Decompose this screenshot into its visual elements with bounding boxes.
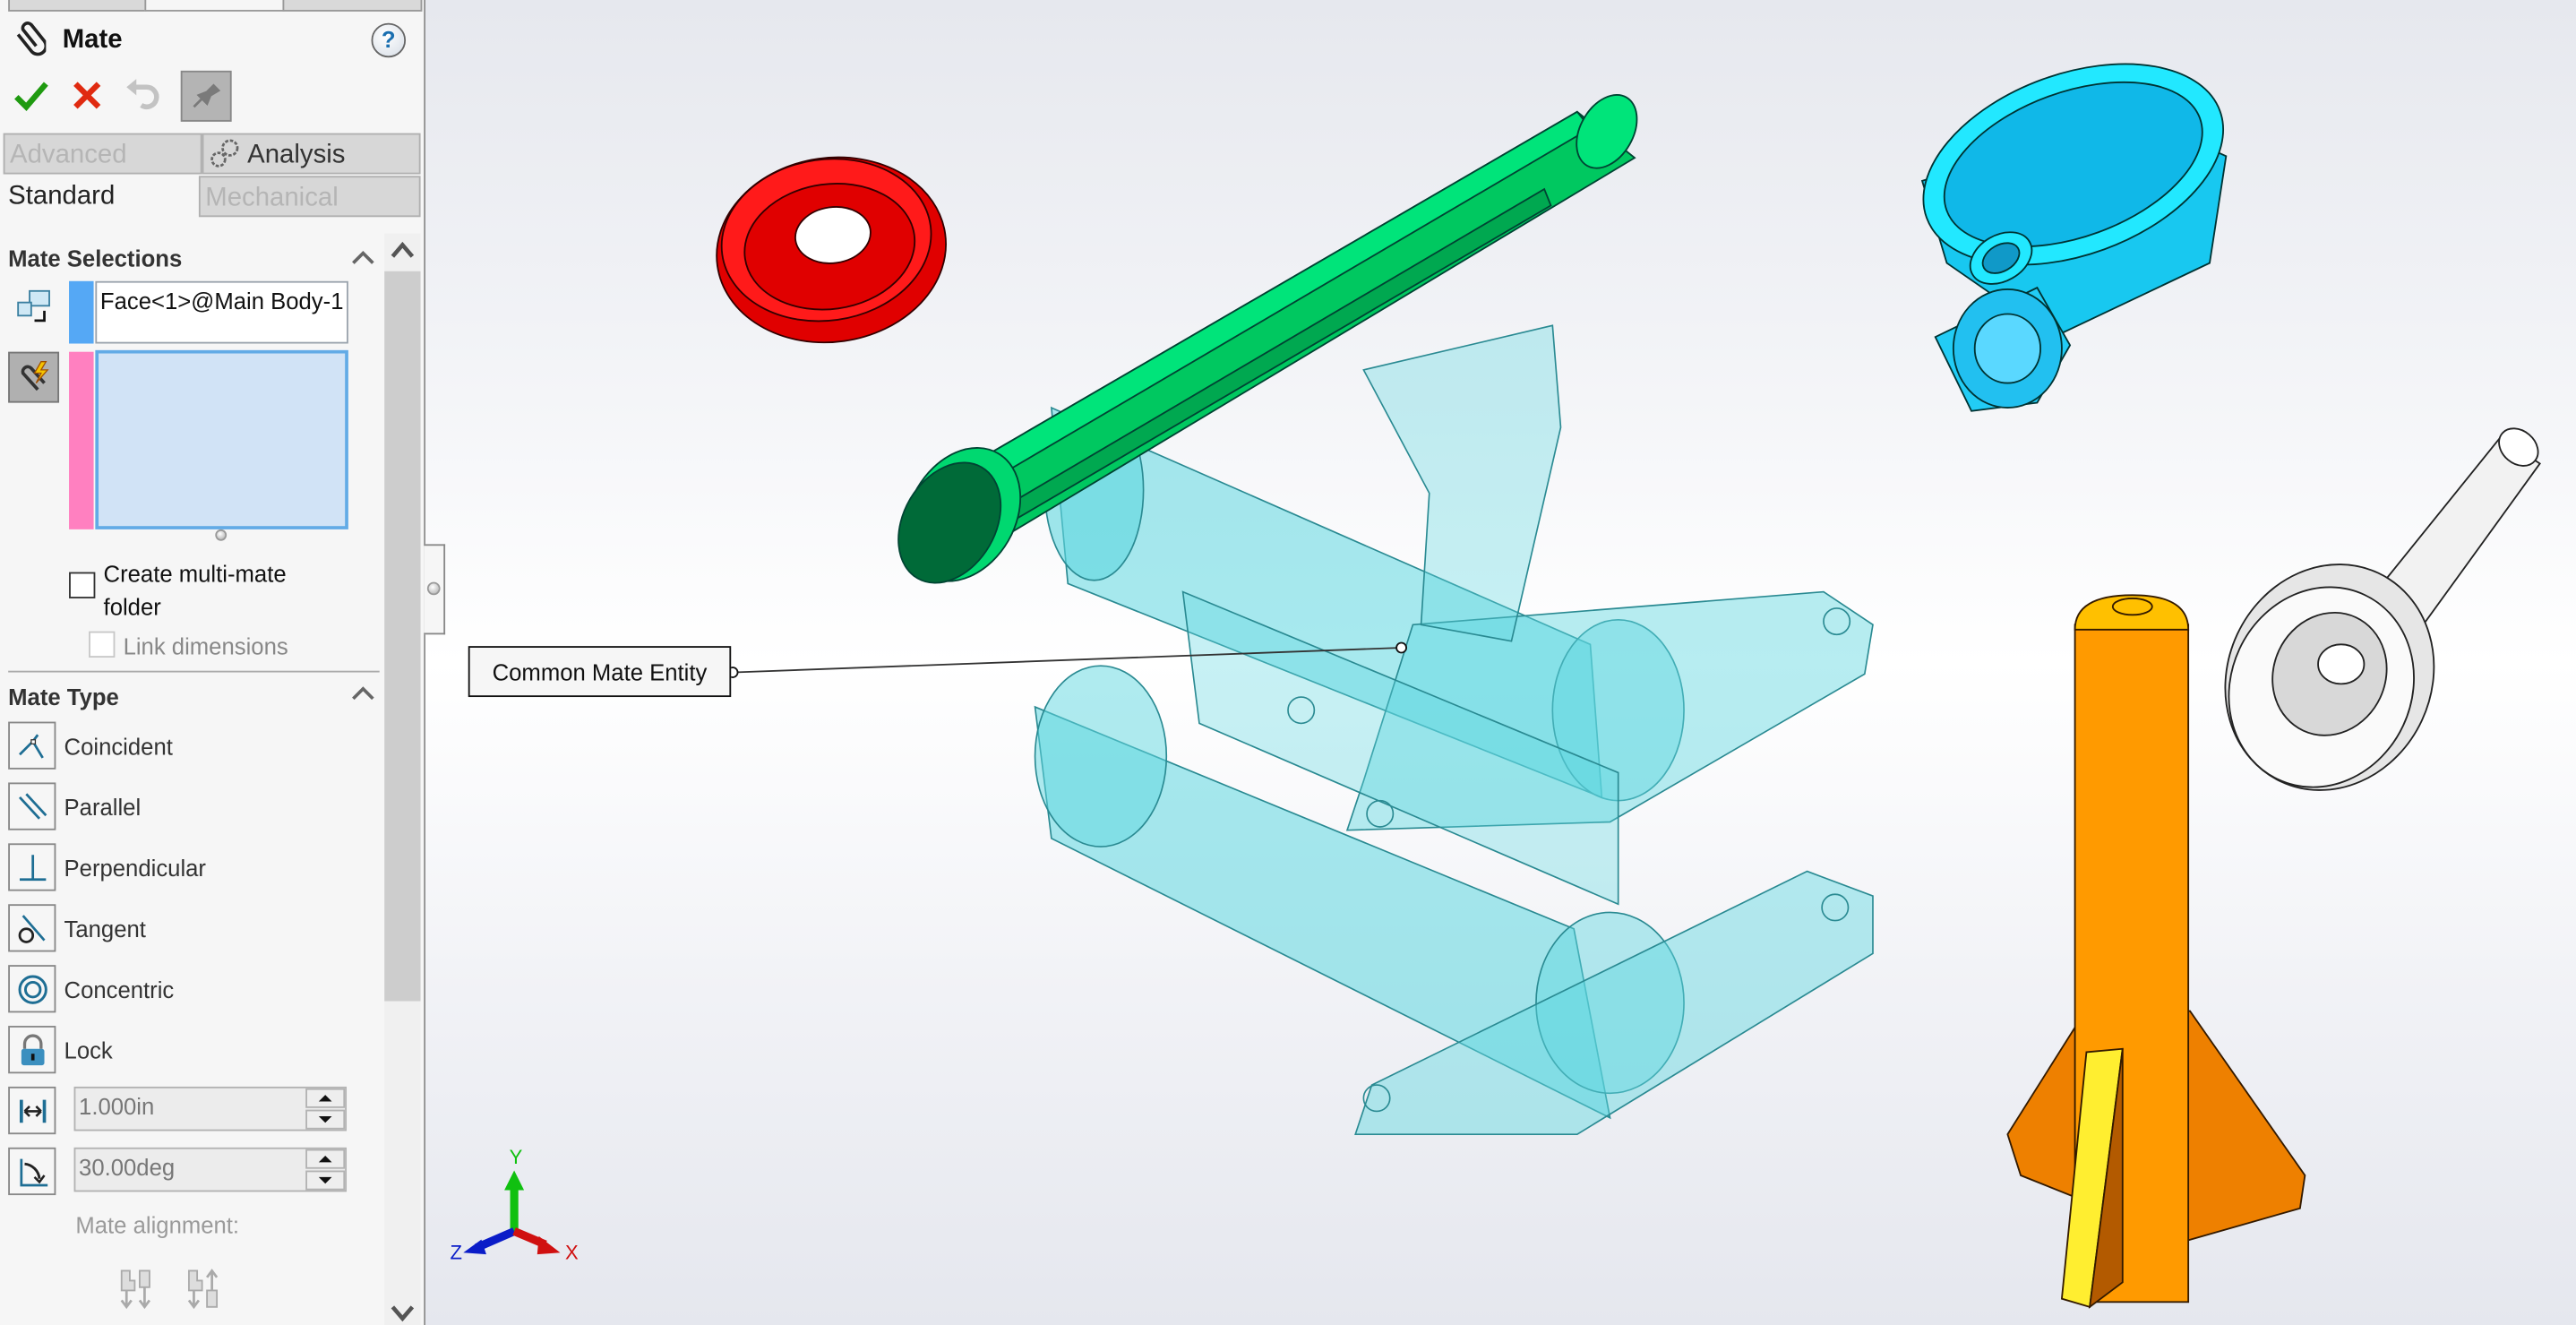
link-dimensions-checkbox[interactable]	[89, 631, 116, 658]
mate-type-parallel[interactable]: Parallel	[8, 781, 141, 832]
angle-input[interactable]: 30.00deg	[73, 1147, 348, 1192]
mate-type-tangent[interactable]: Tangent	[8, 902, 146, 953]
second-selection-field[interactable]	[95, 349, 348, 529]
anti-aligned-icon	[187, 1269, 219, 1310]
coincident-icon	[18, 733, 43, 758]
mate-alignment-label: Mate alignment:	[75, 1211, 240, 1238]
undo-button[interactable]	[122, 74, 165, 117]
tab-configuration-manager[interactable]	[282, 0, 423, 12]
panel-title-row: Mate	[13, 20, 123, 63]
angle-decrement[interactable]	[305, 1170, 346, 1191]
axis-triad: Y Z X	[451, 1146, 579, 1263]
mate-type-perpendicular[interactable]: Perpendicular	[8, 842, 206, 893]
y-axis-label: Y	[510, 1146, 523, 1168]
mate-type-lock[interactable]: Lock	[8, 1024, 113, 1075]
first-selection-color	[69, 280, 94, 344]
white-plunger-part[interactable]	[2189, 421, 2546, 825]
x-axis-label: X	[565, 1242, 579, 1264]
perpendicular-icon	[19, 854, 46, 881]
second-selection-color	[69, 351, 94, 529]
mate-type-header: Mate Type	[8, 684, 119, 710]
paperclip-icon	[13, 19, 48, 64]
aligned-button[interactable]	[118, 1268, 154, 1319]
undo-icon	[126, 79, 159, 109]
distance-icon	[19, 1098, 46, 1123]
z-axis-label: Z	[451, 1242, 462, 1264]
cancel-button[interactable]	[65, 74, 108, 117]
help-button[interactable]: ?	[371, 22, 407, 58]
resize-handle[interactable]	[215, 529, 228, 541]
keep-visible-button[interactable]	[180, 69, 232, 121]
graphics-area[interactable]: Y Z X	[425, 0, 2576, 1325]
link-dimensions-label: Link dimensions	[123, 632, 288, 659]
scrollbar-thumb[interactable]	[384, 271, 421, 1002]
distance-decrement[interactable]	[305, 1109, 346, 1130]
red-washer-part[interactable]	[705, 142, 958, 357]
main-body-part[interactable]	[1034, 324, 1874, 1135]
angle-mate-button[interactable]	[8, 1146, 56, 1197]
mate-selections-header: Mate Selections	[8, 245, 183, 271]
checkmark-icon	[14, 82, 48, 111]
collapse-chevron-icon[interactable]	[352, 683, 375, 706]
aligned-icon	[120, 1269, 151, 1310]
create-multimate-folder-checkbox[interactable]	[69, 572, 96, 598]
scroll-up-icon[interactable]	[391, 241, 415, 258]
panel-splitter[interactable]	[424, 544, 446, 635]
collapse-chevron-icon[interactable]	[352, 246, 375, 270]
tangent-icon	[17, 914, 45, 942]
tab-feature-manager[interactable]	[8, 0, 147, 12]
section-divider	[8, 670, 380, 673]
anti-aligned-button[interactable]	[185, 1268, 221, 1319]
tab-advanced[interactable]: Advanced	[3, 133, 202, 175]
mate-type-coincident[interactable]: Coincident	[8, 720, 173, 771]
panel-title: Mate	[62, 26, 123, 55]
close-icon	[73, 82, 101, 109]
mate-selection-icon	[8, 281, 61, 334]
tab-standard[interactable]: Standard	[3, 176, 196, 218]
first-selection-field[interactable]: Face<1>@Main Body-1	[95, 280, 348, 344]
angle-icon	[19, 1157, 47, 1186]
common-mate-entity-callout: Common Mate Entity	[468, 646, 732, 698]
tab-mechanical[interactable]: Mechanical	[198, 176, 421, 218]
callout-anchor	[1395, 641, 1407, 654]
manager-tabs	[0, 0, 424, 12]
scroll-down-icon[interactable]	[391, 1305, 415, 1322]
gears-icon	[210, 139, 239, 168]
cyan-clamp-part[interactable]	[1896, 26, 2251, 412]
distance-input[interactable]: 1.000in	[73, 1086, 348, 1131]
distance-increment[interactable]	[305, 1088, 346, 1108]
panel-scrollbar[interactable]	[384, 233, 421, 1325]
ok-button[interactable]	[10, 74, 53, 117]
parallel-icon	[18, 792, 47, 819]
create-multimate-folder-label: Create multi-mate folder	[103, 560, 287, 620]
angle-increment[interactable]	[305, 1149, 346, 1169]
paperclip-lightning-icon	[20, 360, 48, 391]
mate-type-concentric[interactable]: Concentric	[8, 963, 174, 1014]
tab-property-manager[interactable]	[144, 0, 285, 12]
action-buttons	[10, 69, 232, 122]
pushpin-icon	[193, 82, 221, 108]
concentric-icon	[17, 974, 47, 1003]
distance-mate-button[interactable]	[8, 1085, 56, 1136]
tab-analysis[interactable]: Analysis	[202, 133, 421, 175]
smart-mates-button[interactable]	[8, 351, 60, 403]
lock-icon	[20, 1033, 44, 1065]
property-manager-panel: Mate ? Advanced Analysis Standard Mechan…	[0, 0, 426, 1325]
